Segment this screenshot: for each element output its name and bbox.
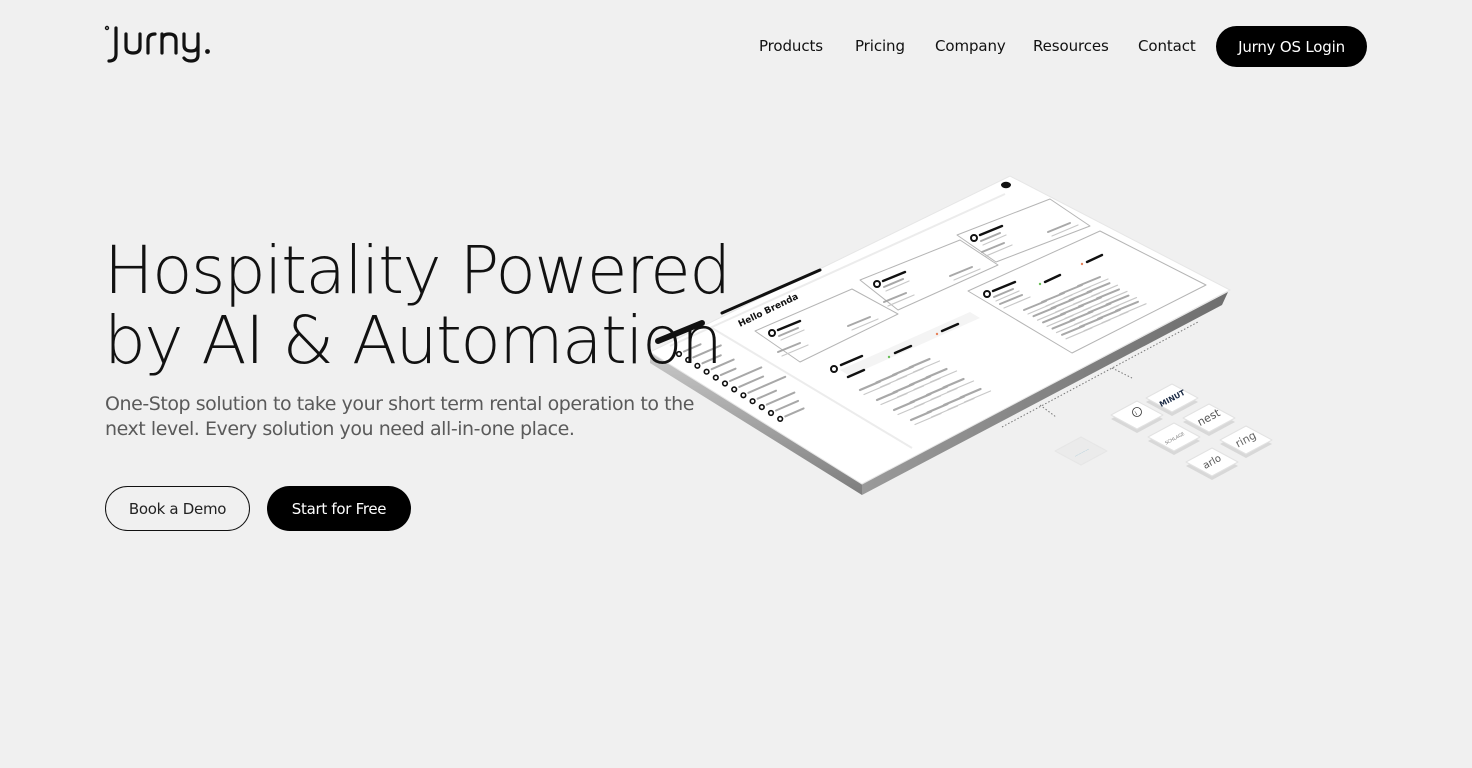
integration-tile-ring: ring	[1219, 425, 1273, 458]
camera-dot	[1001, 181, 1011, 189]
nav-pricing[interactable]: Pricing	[855, 26, 905, 67]
nav-products[interactable]: Products	[759, 26, 823, 67]
integration-tile-arlo: arlo	[1185, 447, 1239, 480]
integration-tiles: MINUTnestringarloiSCHLAGE————	[1054, 383, 1273, 480]
isometric-dashboard-graphic: Hello Brenda MINUTnestringarloiSCHLAGE——…	[648, 175, 1273, 495]
hero-title-line-2: by AI & Automation	[104, 302, 723, 379]
hero-title-line-1: Hospitality Powered	[104, 232, 731, 309]
nav-resources[interactable]: Resources	[1033, 26, 1109, 67]
jurny-os-login-button[interactable]: Jurny OS Login	[1216, 26, 1367, 67]
hero-title: Hospitality Powered by AI & Automation	[104, 232, 731, 379]
dashboard-illustration: Hello Brenda MINUT nest ring arlo i SCHLAGE ——…	[640, 160, 1300, 520]
integration-tile-nest: nest	[1182, 403, 1236, 436]
nav-company[interactable]: Company	[935, 26, 1006, 67]
main-nav: Products Pricing Company Resources Conta…	[0, 26, 1472, 67]
book-demo-button[interactable]: Book a Demo	[105, 486, 250, 531]
hero-subtitle: One-Stop solution to take your short ter…	[105, 393, 694, 440]
integration-tile-faded: ————	[1054, 436, 1108, 466]
nav-contact[interactable]: Contact	[1138, 26, 1196, 67]
integration-tile-schlage: SCHLAGE	[1147, 422, 1201, 455]
start-free-button[interactable]: Start for Free	[267, 486, 411, 531]
